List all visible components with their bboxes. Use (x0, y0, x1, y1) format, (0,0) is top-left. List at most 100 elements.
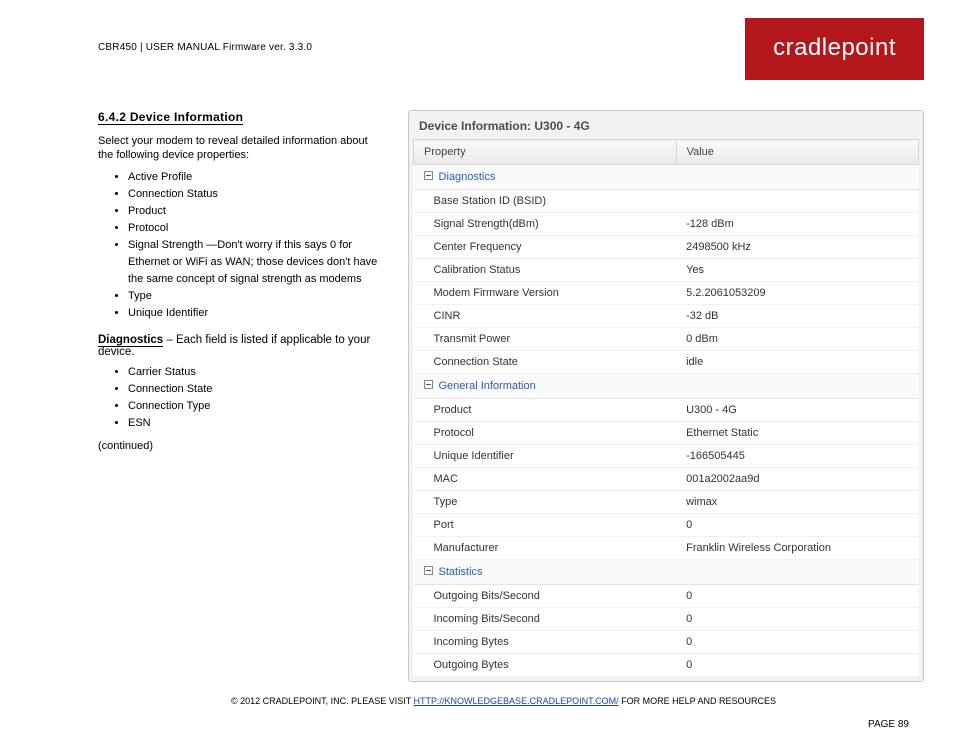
signal-label: Signal Strength (128, 239, 203, 251)
prop-cell: Connection State (414, 351, 677, 374)
list-item: Product (128, 203, 378, 220)
table-row: ProtocolEthernet Static (414, 422, 919, 445)
group-label: Diagnostics (439, 171, 496, 183)
list-item: Unique Identifier (128, 305, 378, 322)
group-label: Statistics (439, 566, 483, 578)
prop-cell: Transmit Power (414, 328, 677, 351)
value-cell: 0 dBm (676, 328, 918, 351)
value-cell: 0 (676, 514, 918, 537)
value-cell: U300 - 4G (676, 399, 918, 422)
table-row: Center Frequency2498500 kHz (414, 236, 919, 259)
prop-cell: Modem Firmware Version (414, 282, 677, 305)
prop-cell: Incoming Bytes (414, 631, 677, 654)
value-cell: 0 (676, 608, 918, 631)
continued-label: (continued) (98, 440, 378, 454)
value-cell: 5.2.2061053209 (676, 282, 918, 305)
list-item: Active Profile (128, 169, 378, 186)
panel-title: Device Information: U300 - 4G (413, 115, 919, 139)
value-cell: Franklin Wireless Corporation (676, 537, 918, 560)
group-general-info[interactable]: General Information (414, 374, 919, 399)
list-item: Protocol (128, 220, 378, 237)
prop-cell: Center Frequency (414, 236, 677, 259)
bullet-list-1: Active Profile Connection Status Product… (128, 169, 378, 322)
prop-cell: Protocol (414, 422, 677, 445)
list-item: Connection Type (128, 398, 378, 415)
prop-cell: Manufacturer (414, 537, 677, 560)
prop-cell: Product (414, 399, 677, 422)
value-cell: 0 (676, 654, 918, 677)
logo: cradlepoint (745, 18, 924, 80)
table-row: Incoming Bits/Second0 (414, 608, 919, 631)
prop-cell: Type (414, 491, 677, 514)
table-row: Port0 (414, 514, 919, 537)
list-item: Type (128, 288, 378, 305)
table-row: ProductU300 - 4G (414, 399, 919, 422)
kb-link[interactable]: HTTP://KNOWLEDGEBASE.CRADLEPOINT.COM/ (414, 696, 619, 706)
table-row: Modem Firmware Version5.2.2061053209 (414, 282, 919, 305)
value-cell: Yes (676, 259, 918, 282)
bullet-list-2: Carrier Status Connection State Connecti… (128, 364, 378, 432)
device-info-table: Property Value Diagnostics Base Station … (413, 139, 919, 677)
header: CBR450 | USER MANUAL Firmware ver. 3.3.0… (98, 18, 924, 80)
list-item: Connection Status (128, 186, 378, 203)
value-cell: 2498500 kHz (676, 236, 918, 259)
value-cell: 001a2002aa9d (676, 468, 918, 491)
value-cell: -128 dBm (676, 213, 918, 236)
value-cell: Ethernet Static (676, 422, 918, 445)
prop-cell: Outgoing Bits/Second (414, 585, 677, 608)
value-cell: 0 (676, 585, 918, 608)
prop-cell: Base Station ID (BSID) (414, 190, 677, 213)
intro-paragraph: Select your modem to reveal detailed inf… (98, 135, 378, 163)
value-cell: wimax (676, 491, 918, 514)
col-header-value[interactable]: Value (676, 140, 918, 165)
copyright-text: © 2012 CRADLEPOINT, INC. PLEASE VISIT (231, 696, 414, 706)
left-column: 6.4.2 Device Information Select your mod… (98, 110, 378, 682)
table-row: Calibration StatusYes (414, 259, 919, 282)
value-cell: idle (676, 351, 918, 374)
group-statistics[interactable]: Statistics (414, 560, 919, 585)
table-row: Outgoing Bits/Second0 (414, 585, 919, 608)
list-item: Signal Strength —Don't worry if this say… (128, 237, 378, 288)
group-label: General Information (439, 380, 536, 392)
table-row: Incoming Bytes0 (414, 631, 919, 654)
table-row: Typewimax (414, 491, 919, 514)
table-row: Signal Strength(dBm)-128 dBm (414, 213, 919, 236)
prop-cell: CINR (414, 305, 677, 328)
table-body: Property Value Diagnostics Base Station … (414, 140, 919, 677)
table-row: Unique Identifier-166505445 (414, 445, 919, 468)
table-row: Outgoing Bytes0 (414, 654, 919, 677)
col-header-property[interactable]: Property (414, 140, 677, 165)
collapse-icon[interactable] (424, 566, 433, 575)
section-title: 6.4.2 Device Information (98, 110, 243, 125)
breadcrumb: CBR450 | USER MANUAL Firmware ver. 3.3.0 (98, 42, 312, 53)
list-item: ESN (128, 415, 378, 432)
collapse-icon[interactable] (424, 171, 433, 180)
table-row: Base Station ID (BSID) (414, 190, 919, 213)
collapse-icon[interactable] (424, 380, 433, 389)
value-cell: 0 (676, 631, 918, 654)
table-row: Connection Stateidle (414, 351, 919, 374)
prop-cell: Port (414, 514, 677, 537)
group-diagnostics[interactable]: Diagnostics (414, 165, 919, 190)
table-row: ManufacturerFranklin Wireless Corporatio… (414, 537, 919, 560)
content-row: 6.4.2 Device Information Select your mod… (98, 110, 924, 682)
page: CBR450 | USER MANUAL Firmware ver. 3.3.0… (0, 0, 954, 692)
table-row: MAC001a2002aa9d (414, 468, 919, 491)
diagnostics-subhead: Diagnostics – Each field is listed if ap… (98, 334, 378, 358)
prop-cell: Outgoing Bytes (414, 654, 677, 677)
footnote-tail: FOR MORE HELP AND RESOURCES (621, 696, 776, 706)
list-item: Carrier Status (128, 364, 378, 381)
footnote: © 2012 CRADLEPOINT, INC. PLEASE VISIT HT… (98, 695, 909, 708)
list-item: Connection State (128, 381, 378, 398)
prop-cell: Unique Identifier (414, 445, 677, 468)
table-header-row: Property Value (414, 140, 919, 165)
value-cell (676, 190, 918, 213)
prop-cell: Calibration Status (414, 259, 677, 282)
table-row: CINR-32 dB (414, 305, 919, 328)
value-cell: -32 dB (676, 305, 918, 328)
prop-cell: Signal Strength(dBm) (414, 213, 677, 236)
prop-cell: MAC (414, 468, 677, 491)
table-row: Transmit Power0 dBm (414, 328, 919, 351)
prop-cell: Incoming Bits/Second (414, 608, 677, 631)
page-number: PAGE 89 (868, 719, 909, 730)
